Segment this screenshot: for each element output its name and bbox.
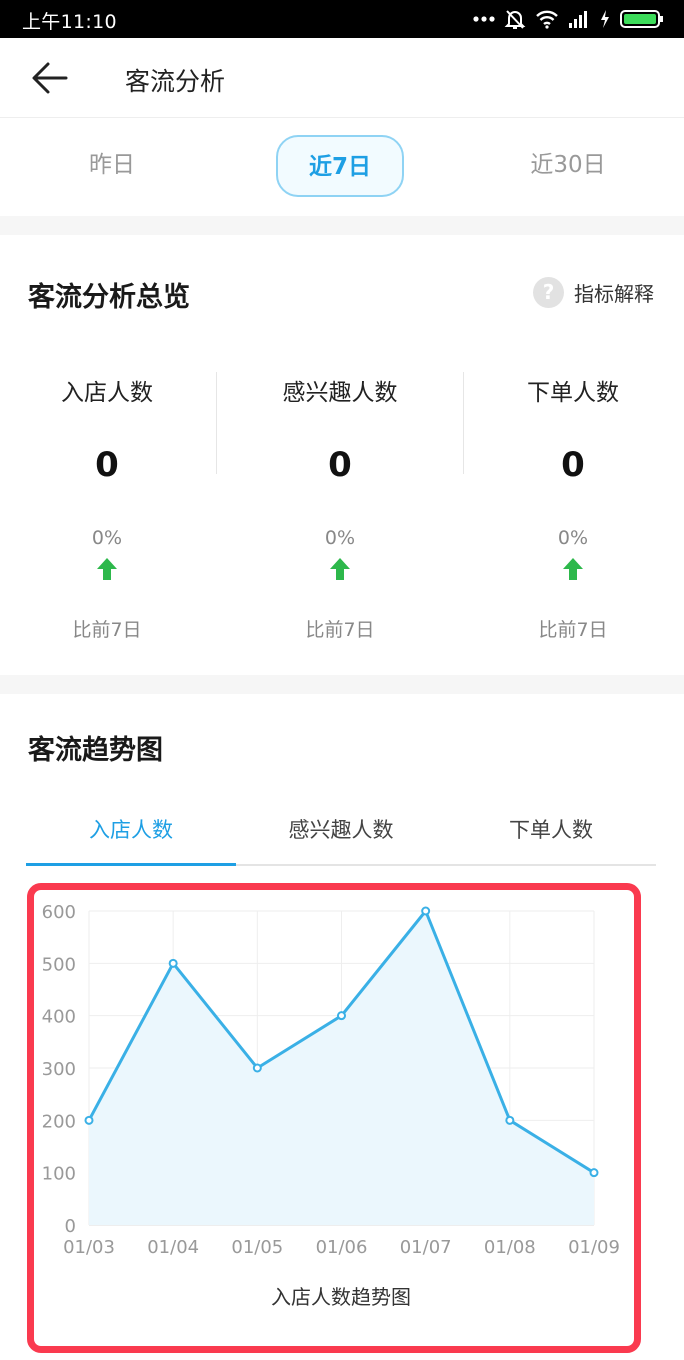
alarm-off-icon xyxy=(504,10,526,29)
y-tick-label: 300 xyxy=(42,1059,76,1080)
trend-title: 客流趋势图 xyxy=(28,735,163,766)
up-arrow-icon xyxy=(97,558,117,580)
tab-yesterday[interactable]: 昨日 xyxy=(52,135,172,197)
x-tick-label: 01/04 xyxy=(147,1237,199,1258)
up-arrow-icon xyxy=(330,558,350,580)
trend-chart-highlight: 0 100 200 300 400 500 600 01/03 01/04 01/05 01/06… xyxy=(27,883,641,1353)
metric-compare: 比前7日 xyxy=(305,619,375,641)
up-arrow-icon xyxy=(563,558,583,580)
metric-label: 入店人数 xyxy=(61,380,153,406)
metric-order-count: 下单人数 0 0% 比前7日 xyxy=(459,365,684,655)
metric-store-visitors: 入店人数 0 0% 比前7日 xyxy=(0,365,221,655)
trend-tab-interested[interactable]: 感兴趣人数 xyxy=(236,794,446,866)
metric-value: 0 xyxy=(95,445,119,485)
metric-divider xyxy=(216,372,217,474)
battery-icon xyxy=(620,10,663,28)
overview-title: 客流分析总览 xyxy=(28,282,190,313)
question-icon: ? xyxy=(533,276,564,308)
metric-change: 0% xyxy=(324,527,356,549)
chart-x-ticks: 01/03 01/04 01/05 01/06 01/07 01/08 01/09 xyxy=(63,1237,620,1258)
signal-icon xyxy=(569,11,587,28)
x-tick-label: 01/06 xyxy=(316,1237,368,1258)
data-point xyxy=(589,1168,599,1178)
data-point xyxy=(84,1115,94,1125)
active-tab-indicator xyxy=(26,863,236,866)
status-icons xyxy=(473,6,664,32)
overview-card: 客流分析总览 ? 指标解释 入店人数 0 0% 比前7日 感兴趣人数 0 0% … xyxy=(0,235,684,675)
x-tick-label: 01/07 xyxy=(400,1237,452,1258)
status-time: 上午11:10 xyxy=(22,11,117,33)
tab-last-30-days[interactable]: 近30日 xyxy=(506,135,630,197)
metric-compare: 比前7日 xyxy=(72,619,142,641)
metric-explanation-button[interactable]: ? 指标解释 xyxy=(533,275,654,309)
help-label: 指标解释 xyxy=(574,281,654,306)
data-point xyxy=(337,1011,346,1021)
chart-title: 入店人数趋势图 xyxy=(271,1285,411,1309)
tab-last-7-days[interactable]: 近7日 xyxy=(276,135,404,197)
charging-icon xyxy=(601,10,609,28)
y-tick-label: 200 xyxy=(42,1111,76,1132)
metric-compare: 比前7日 xyxy=(538,619,608,641)
data-point xyxy=(505,1115,515,1125)
metric-change: 0% xyxy=(557,527,589,549)
back-arrow-icon[interactable] xyxy=(30,60,70,96)
metric-interested-visitors: 感兴趣人数 0 0% 比前7日 xyxy=(226,365,454,655)
data-point xyxy=(252,1063,262,1073)
y-tick-label: 400 xyxy=(42,1007,76,1028)
x-tick-label: 01/08 xyxy=(484,1237,536,1258)
x-tick-label: 01/05 xyxy=(231,1237,283,1258)
data-point xyxy=(421,906,431,916)
trend-tab-orders[interactable]: 下单人数 xyxy=(446,794,656,866)
more-dots-icon xyxy=(473,16,495,22)
status-bar: 上午11:10 xyxy=(0,0,684,38)
y-tick-label: 0 xyxy=(65,1216,76,1237)
trend-tabs: 入店人数 感兴趣人数 下单人数 xyxy=(26,794,656,866)
x-tick-label: 01/09 xyxy=(568,1237,620,1258)
metric-value: 0 xyxy=(561,445,585,485)
trend-tab-store-visitors[interactable]: 入店人数 xyxy=(26,794,236,866)
x-tick-label: 01/03 xyxy=(63,1237,115,1258)
metric-label: 下单人数 xyxy=(527,380,619,406)
page-title: 客流分析 xyxy=(125,67,226,96)
app-bar: 客流分析 xyxy=(0,38,684,118)
chart-y-ticks: 0 100 200 300 400 500 600 xyxy=(42,902,76,1237)
metric-change: 0% xyxy=(91,527,123,549)
y-tick-label: 600 xyxy=(42,902,76,923)
trend-card: 客流趋势图 入店人数 感兴趣人数 下单人数 0 100 200 300 400 500 60… xyxy=(0,694,684,1360)
metric-label: 感兴趣人数 xyxy=(282,380,398,406)
date-range-tabs: 昨日 近7日 近30日 xyxy=(0,118,684,216)
metric-value: 0 xyxy=(328,445,352,485)
y-tick-label: 500 xyxy=(42,954,76,975)
wifi-icon xyxy=(536,10,558,29)
data-point xyxy=(168,958,178,968)
trend-chart: 0 100 200 300 400 500 600 01/03 01/04 01/05 01/06… xyxy=(42,902,620,1309)
y-tick-label: 100 xyxy=(42,1164,76,1185)
